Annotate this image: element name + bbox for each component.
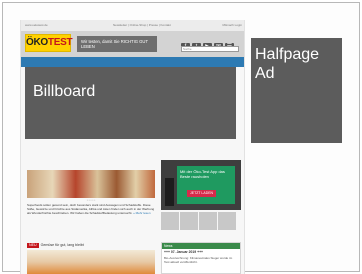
product-image — [165, 178, 174, 206]
site-tagline: Wir testen, damit Sie RICHTIG GUT LEBEN — [77, 36, 157, 52]
site-logo[interactable]: ÖKOTEST — [25, 34, 73, 52]
read-more-link[interactable]: » Mehr lesen — [133, 211, 150, 215]
website-mockup: www.oekotest.de Newsletter | Online-Shop… — [20, 20, 245, 274]
thumbnail[interactable] — [161, 212, 179, 230]
side-ad-text: Mit der Öko-Test App das Beste rausholen — [180, 169, 225, 179]
thumbnail[interactable] — [218, 212, 236, 230]
logo-text: ÖKO — [26, 37, 48, 48]
logo-text-red: TEST — [47, 37, 73, 48]
teaser-image[interactable] — [27, 170, 155, 198]
halfpage-ad-slot: Halfpage Ad — [251, 38, 342, 143]
section-label: NEU Gemüse für gut, lang bleibt — [27, 242, 155, 249]
top-links[interactable]: Newsletter | Online-Shop | Presse | Kont… — [113, 20, 171, 31]
side-ad-panel: Mit der Öko-Test App das Beste rausholen… — [177, 166, 235, 204]
main-nav: StartseiteKosmetikGesundheitEssenLebenBa… — [21, 57, 244, 71]
teaser2-image[interactable] — [27, 250, 155, 274]
site-header: ÖKOTEST Wir testen, damit Sie RICHTIG GU… — [21, 31, 244, 57]
thumbnail[interactable] — [199, 212, 217, 230]
thumbnail-row — [161, 212, 241, 236]
news-box: News +++ 07. Januar 2019 +++ Bio-Auszeic… — [161, 242, 241, 274]
top-bar: www.oekotest.de Newsletter | Online-Shop… — [21, 20, 244, 31]
news-date: +++ 07. Januar 2019 +++ — [164, 250, 204, 254]
section-tag: NEU — [27, 243, 39, 248]
slider-dots[interactable]: • • • • • — [27, 198, 155, 202]
news-text[interactable]: Bio-Auszeichnung: Klimaneutrales Sieger … — [162, 256, 240, 264]
site-url[interactable]: www.oekotest.de — [25, 20, 48, 31]
teaser-text: Superfoods sollen gesund sein, doch beso… — [27, 203, 155, 237]
section-title[interactable]: Gemüse für gut, lang bleibt — [41, 243, 84, 247]
billboard-label: Billboard — [33, 83, 96, 100]
search-input[interactable]: Suche — [181, 46, 239, 52]
halfpage-label: Halfpage Ad — [255, 46, 320, 82]
side-ad[interactable]: Mit der Öko-Test App das Beste rausholen… — [161, 160, 241, 210]
login-link[interactable]: Mitmach Login — [222, 20, 242, 31]
side-ad-cta[interactable]: JETZT LADEN — [187, 190, 217, 197]
billboard-ad-slot: Billboard — [25, 67, 236, 139]
thumbnail[interactable] — [180, 212, 198, 230]
